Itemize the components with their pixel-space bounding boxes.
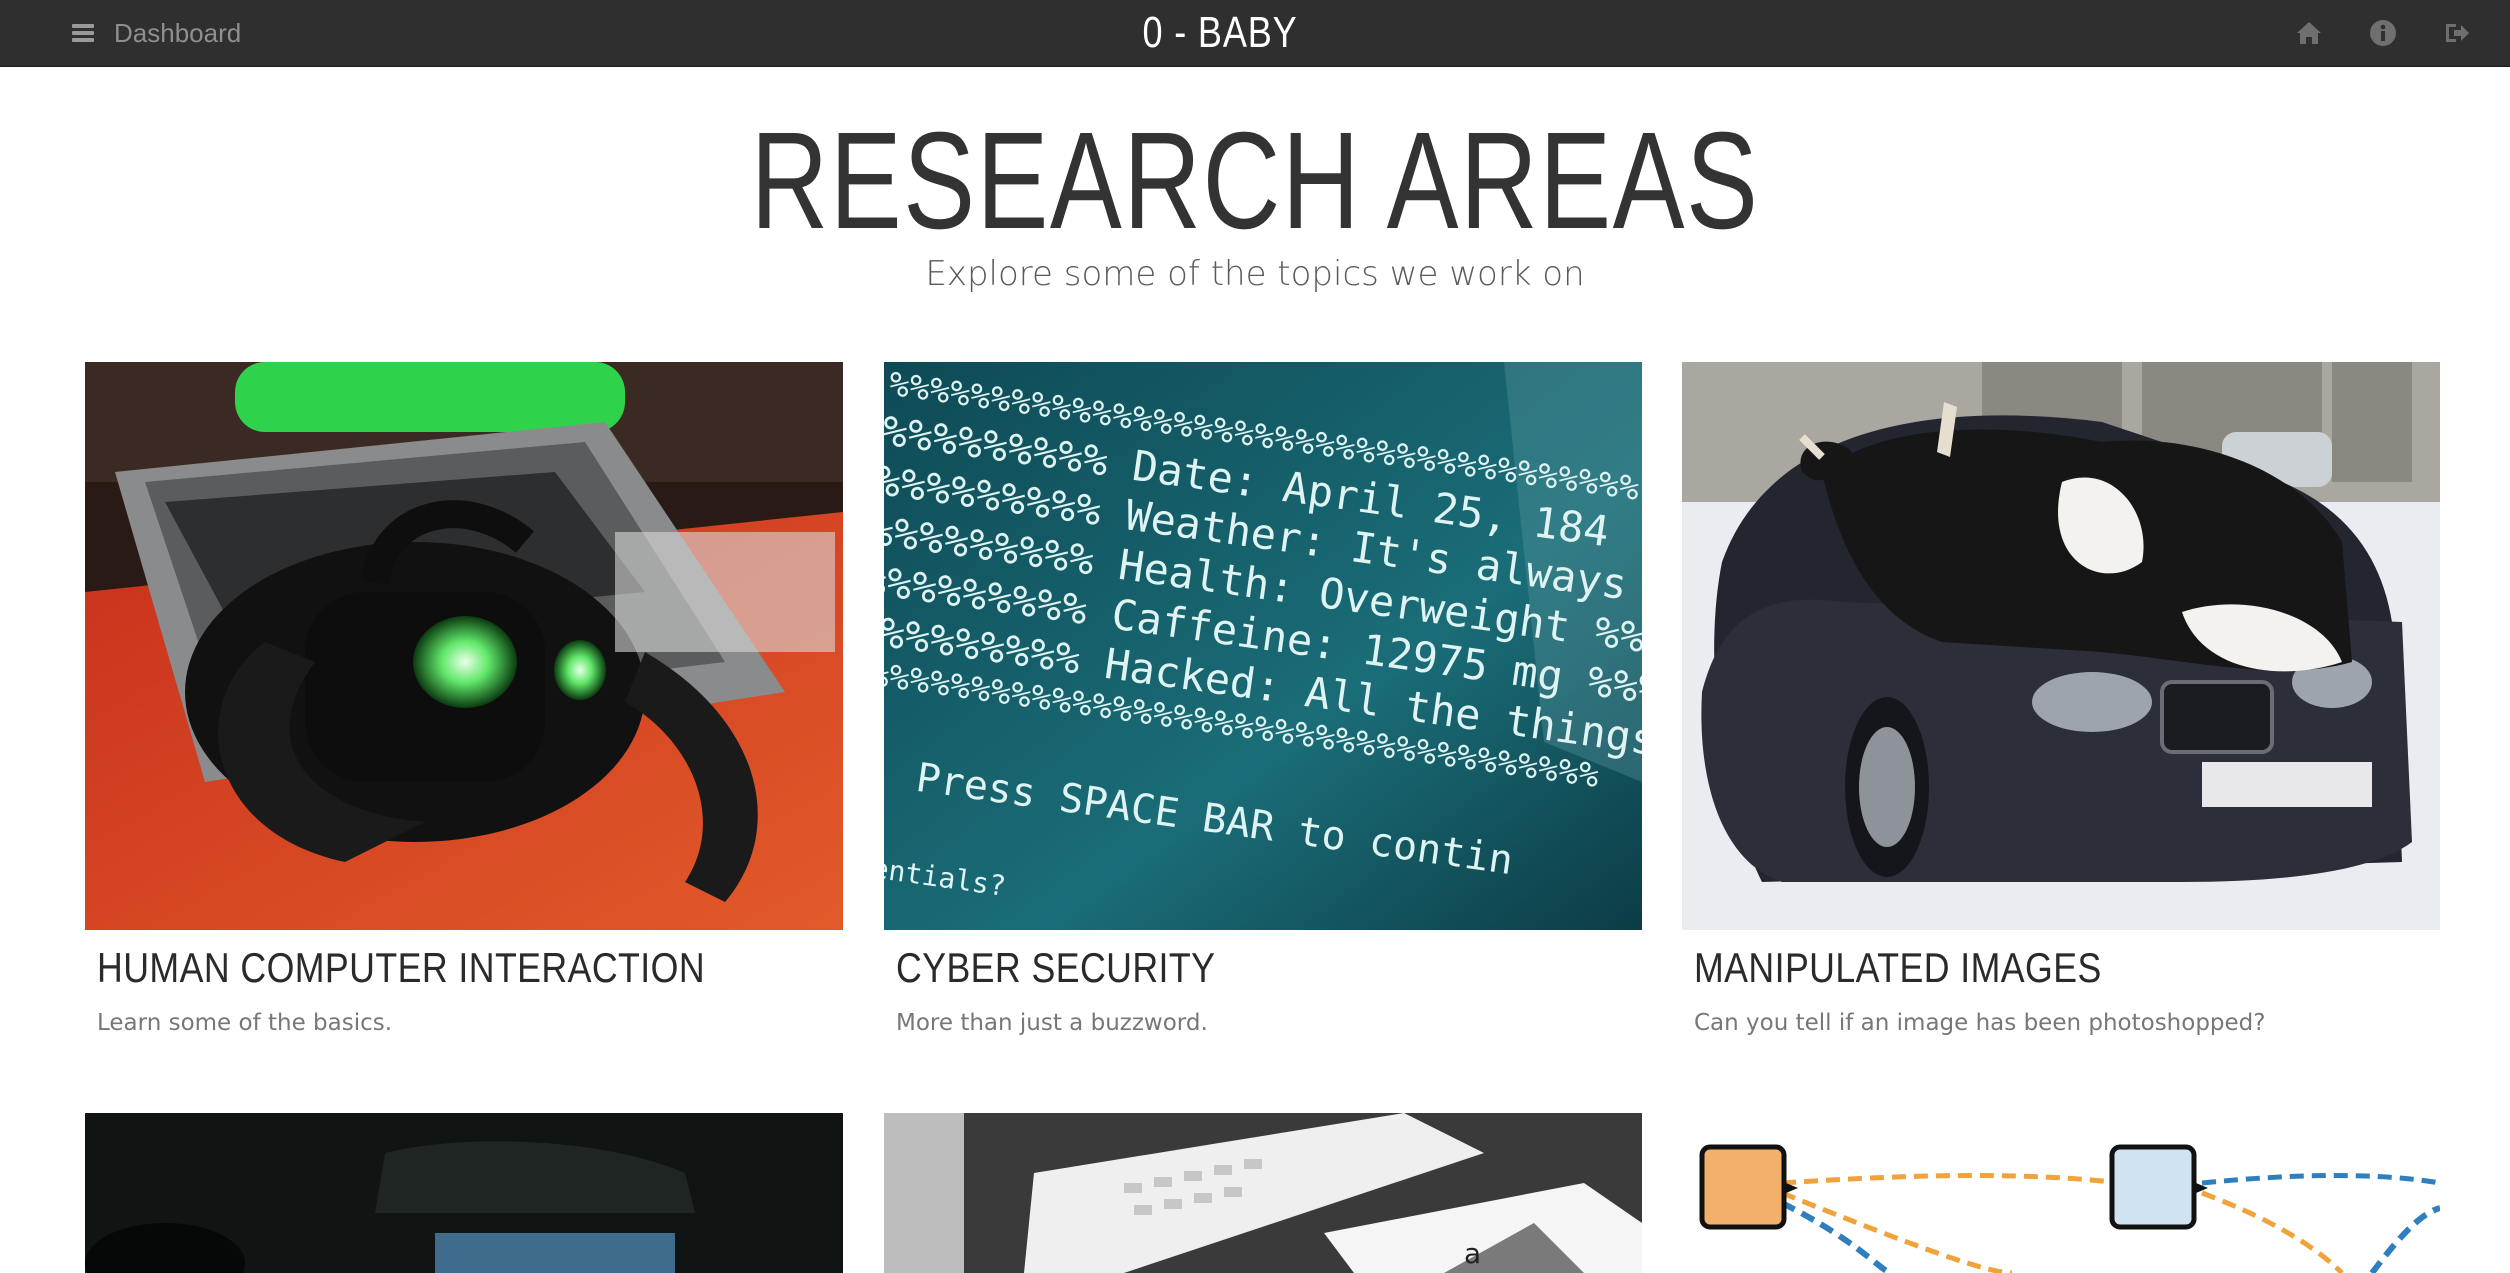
- card-title[interactable]: MANIPULATED IMAGES: [1694, 944, 2328, 992]
- card-manipulated-images[interactable]: MANIPULATED IMAGES Can you tell if an im…: [1682, 362, 2440, 1036]
- card-human-computer-interaction[interactable]: HUMAN COMPUTER INTERACTION Learn some of…: [85, 362, 843, 1036]
- sign-out-icon[interactable]: [2442, 18, 2472, 48]
- top-navbar: Dashboard 0 - BABY: [0, 0, 2510, 67]
- card-description: More than just a buzzword.: [896, 1010, 1208, 1036]
- dashboard-menu-toggle[interactable]: Dashboard: [72, 0, 241, 66]
- card-row2-2[interactable]: a: [884, 1113, 1642, 1273]
- card-description: Can you tell if an image has been photos…: [1694, 1010, 2266, 1036]
- card-description: Learn some of the basics.: [97, 1010, 393, 1036]
- card-cyber-security[interactable]: %%%%%%%%%%%%%%%%%%%%%%%%%%%%%%%%%%%%% %%…: [884, 362, 1642, 1036]
- dashboard-label: Dashboard: [114, 17, 242, 48]
- info-icon[interactable]: [2368, 18, 2398, 48]
- neural-network-diagram-image[interactable]: [1682, 1113, 2440, 1273]
- cow-on-car-image[interactable]: [1682, 362, 2440, 930]
- hamburger-icon: [72, 24, 94, 42]
- card-title[interactable]: CYBER SECURITY: [896, 944, 1530, 992]
- card-row2-1[interactable]: [85, 1113, 843, 1273]
- brand-title[interactable]: 0 - BABY: [1081, 0, 1360, 66]
- svg-text:a: a: [1464, 1237, 1481, 1270]
- terminal-screen-image[interactable]: %%%%%%%%%%%%%%%%%%%%%%%%%%%%%%%%%%%%% %%…: [884, 362, 1642, 930]
- e-reader-devices-image[interactable]: a: [884, 1113, 1642, 1273]
- home-icon[interactable]: [2294, 18, 2324, 48]
- card-row2-3[interactable]: [1682, 1113, 2440, 1273]
- nav-icon-group: [2294, 0, 2472, 66]
- dark-interior-image[interactable]: [85, 1113, 843, 1273]
- vr-headset-image[interactable]: [85, 362, 843, 930]
- page-subtitle: Explore some of the topics we work on: [925, 254, 1585, 294]
- page-title: RESEARCH AREAS: [750, 104, 1760, 258]
- card-title[interactable]: HUMAN COMPUTER INTERACTION: [97, 944, 731, 992]
